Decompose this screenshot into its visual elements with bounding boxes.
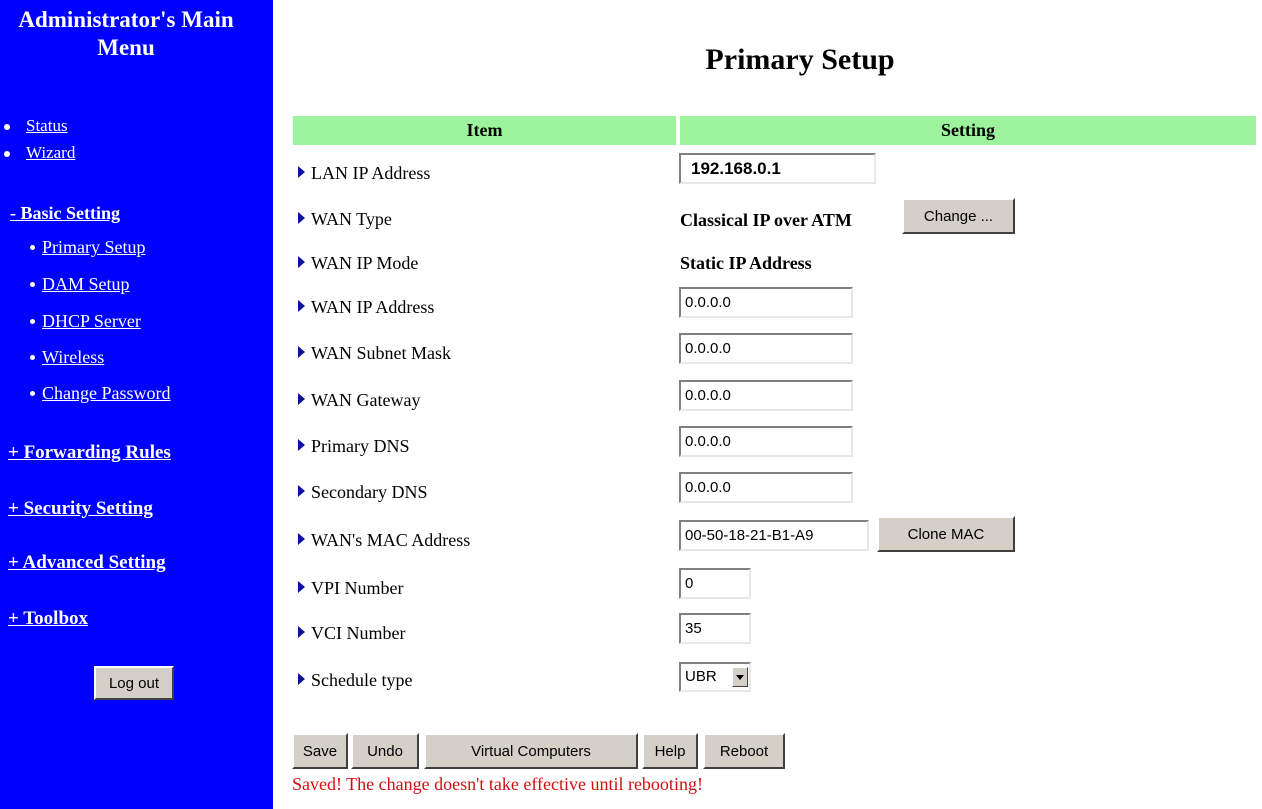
label-text: WAN IP Address	[311, 297, 435, 317]
lan-ip-input[interactable]	[679, 153, 876, 184]
reboot-button[interactable]: Reboot	[703, 733, 785, 769]
row-label-wan-ip-mode: WAN IP Mode	[298, 252, 418, 274]
sidebar-item-dam-setup[interactable]: DAM Setup	[42, 273, 130, 295]
wan-type-value: Classical IP over ATM	[680, 210, 852, 230]
label-text: Secondary DNS	[311, 482, 428, 502]
label-text: Schedule type	[311, 670, 413, 690]
arrow-right-icon	[298, 626, 305, 638]
arrow-right-icon	[298, 212, 305, 224]
virtual-computers-button[interactable]: Virtual Computers	[424, 733, 638, 769]
arrow-right-icon	[298, 581, 305, 593]
arrow-right-icon	[298, 673, 305, 685]
row-label-wan-gateway: WAN Gateway	[298, 389, 420, 411]
arrow-right-icon	[298, 439, 305, 451]
column-header-item: Item	[293, 116, 676, 145]
schedule-type-value: UBR	[685, 668, 717, 685]
wan-ip-mode-value: Static IP Address	[680, 253, 812, 273]
label-text: WAN's MAC Address	[311, 530, 471, 550]
arrow-right-icon	[298, 533, 305, 545]
sidebar-item-forwarding-rules[interactable]: + Forwarding Rules	[8, 442, 171, 464]
undo-button[interactable]: Undo	[351, 733, 419, 769]
bullet-icon	[30, 245, 35, 250]
row-label-vpi: VPI Number	[298, 577, 404, 599]
logout-button[interactable]: Log out	[94, 666, 174, 700]
arrow-right-icon	[298, 300, 305, 312]
settings-table-header: Item Setting	[293, 116, 1256, 145]
row-label-secondary-dns: Secondary DNS	[298, 481, 427, 503]
sidebar-item-security-setting[interactable]: + Security Setting	[8, 498, 153, 520]
sidebar: Administrator's Main Menu Status Wizard …	[0, 0, 273, 809]
sidebar-item-toolbox[interactable]: + Toolbox	[8, 608, 88, 630]
bullet-icon	[30, 355, 35, 360]
row-label-schedule-type: Schedule type	[298, 669, 412, 691]
bullet-icon	[4, 151, 10, 157]
primary-dns-input[interactable]	[679, 426, 853, 457]
status-message: Saved! The change doesn't take effective…	[292, 774, 703, 794]
secondary-dns-input[interactable]	[679, 472, 853, 503]
clone-mac-button[interactable]: Clone MAC	[877, 516, 1015, 552]
arrow-right-icon	[298, 346, 305, 358]
sidebar-item-change-password[interactable]: Change Password	[42, 382, 171, 404]
wan-gateway-input[interactable]	[679, 380, 853, 411]
vpi-input[interactable]	[679, 568, 751, 599]
arrow-right-icon	[298, 485, 305, 497]
column-header-setting: Setting	[680, 116, 1256, 145]
row-label-wan-ip: WAN IP Address	[298, 296, 434, 318]
chevron-down-icon[interactable]	[732, 667, 748, 687]
bullet-icon	[30, 391, 35, 396]
label-text: WAN Subnet Mask	[311, 343, 451, 363]
label-text: Primary DNS	[311, 436, 410, 456]
sidebar-item-status[interactable]: Status	[26, 115, 68, 137]
wan-subnet-mask-input[interactable]	[679, 333, 853, 364]
label-text: VPI Number	[311, 578, 404, 598]
bullet-icon	[30, 319, 35, 324]
wan-ip-input[interactable]	[679, 287, 853, 318]
arrow-right-icon	[298, 166, 305, 178]
label-text: WAN Gateway	[311, 390, 421, 410]
sidebar-title: Administrator's Main Menu	[18, 7, 234, 60]
label-text: WAN IP Mode	[311, 253, 419, 273]
wan-mac-input[interactable]	[679, 520, 869, 551]
bullet-icon	[4, 124, 10, 130]
sidebar-item-primary-setup[interactable]: Primary Setup	[42, 236, 146, 258]
sidebar-item-wizard[interactable]: Wizard	[26, 142, 75, 164]
help-button[interactable]: Help	[642, 733, 698, 769]
row-label-primary-dns: Primary DNS	[298, 435, 410, 457]
sidebar-item-wireless[interactable]: Wireless	[42, 346, 104, 368]
row-label-wan-type: WAN Type	[298, 208, 392, 230]
sidebar-item-basic-setting[interactable]: - Basic Setting	[10, 202, 120, 224]
schedule-type-select[interactable]: UBR	[679, 662, 751, 692]
page-title: Primary Setup	[705, 43, 895, 76]
row-label-lan-ip: LAN IP Address	[298, 162, 430, 184]
row-label-vci: VCI Number	[298, 622, 405, 644]
sidebar-item-dhcp-server[interactable]: DHCP Server	[42, 310, 141, 332]
bullet-icon	[30, 282, 35, 287]
vci-input[interactable]	[679, 613, 751, 644]
arrow-right-icon	[298, 256, 305, 268]
arrow-right-icon	[298, 393, 305, 405]
label-text: LAN IP Address	[311, 163, 431, 183]
change-wan-type-button[interactable]: Change ...	[902, 198, 1015, 234]
label-text: WAN Type	[311, 209, 392, 229]
save-button[interactable]: Save	[292, 733, 348, 769]
sidebar-item-advanced-setting[interactable]: + Advanced Setting	[8, 552, 166, 574]
label-text: VCI Number	[311, 623, 406, 643]
row-label-wan-subnet-mask: WAN Subnet Mask	[298, 342, 451, 364]
row-label-wan-mac: WAN's MAC Address	[298, 529, 470, 551]
